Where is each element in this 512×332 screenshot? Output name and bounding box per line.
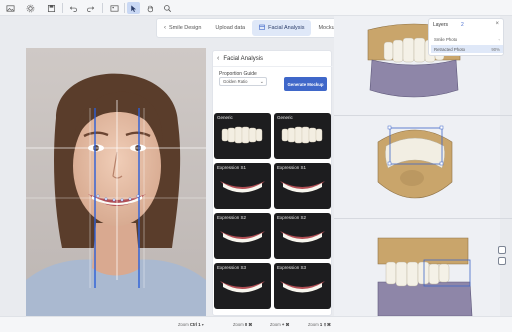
workflow-tabs: ‹ Smile Design Upload data Facial Analys… [156, 18, 364, 38]
status-item: Zoom 1 ⇧⌘ [308, 322, 332, 327]
card-label: Expression S1 [277, 165, 307, 170]
viewport-divider [334, 115, 512, 116]
teeth-image [281, 126, 323, 144]
chevron-left-icon[interactable]: ‹ [217, 55, 219, 62]
close-icon[interactable]: × [495, 21, 499, 27]
smile-image [220, 281, 265, 293]
card-label: Expression S2 [277, 215, 307, 220]
layers-icon[interactable] [498, 257, 506, 265]
tab-smile-design[interactable]: ‹ Smile Design [157, 20, 208, 36]
face-photo [26, 48, 206, 316]
card-label: Expression S1 [217, 165, 247, 170]
teeth-image [221, 126, 263, 144]
smile-card[interactable]: Expression S1 [274, 163, 331, 209]
stack-icon[interactable] [498, 246, 506, 254]
eye-icon[interactable]: ◦ [498, 37, 500, 42]
layers-count: 2 [461, 22, 464, 28]
card-label: Expression S3 [217, 265, 247, 270]
tab-facial-analysis[interactable]: Facial Analysis [252, 20, 312, 36]
chevron-down-icon: ⌄ [259, 79, 264, 85]
layer-opacity[interactable]: 90% [491, 47, 500, 52]
layer-row[interactable]: Smile Photo ◦ [431, 35, 503, 43]
smile-card[interactable]: Generic [274, 113, 331, 159]
zoom-icon[interactable] [161, 2, 174, 14]
panel-header: ‹ Facial Analysis [213, 51, 333, 67]
redo-icon[interactable] [84, 2, 97, 14]
side-tools [498, 246, 508, 270]
save-icon[interactable] [45, 2, 58, 14]
dental-model-side[interactable] [376, 232, 476, 316]
image-icon[interactable] [108, 2, 121, 14]
smile-card[interactable]: Expression S2 [274, 213, 331, 259]
chevron-left-icon: ‹ [164, 25, 166, 31]
generate-mockup-button[interactable]: Generate Mockup [284, 77, 327, 91]
smile-image [280, 231, 325, 243]
smile-card[interactable]: Expression S2 [214, 213, 271, 259]
smile-options-grid: Generic Generic Expression S1 Expression… [214, 113, 332, 323]
smile-image [220, 231, 265, 243]
card-label: Expression S2 [217, 215, 247, 220]
calendar-icon [259, 24, 265, 32]
status-bar: Zoom Ctrl 1 ▾ Zoom 0 ⌘ Zoom + ⌘ Zoom 1 ⇧… [0, 316, 512, 332]
proportion-guide-select[interactable]: Golden Ratio ⌄ [219, 77, 267, 86]
tab-label: Smile Design [169, 25, 202, 31]
layer-row[interactable]: Retracted Photo 90% [431, 45, 503, 53]
layers-title: Layers [433, 22, 449, 28]
smile-image [220, 181, 265, 193]
card-label: Generic [277, 115, 293, 120]
card-label: Expression S3 [277, 265, 307, 270]
gear-icon[interactable] [24, 2, 37, 14]
smile-card[interactable]: Expression S3 [214, 263, 271, 309]
smile-card[interactable]: Expression S1 [214, 163, 271, 209]
smile-card[interactable]: Generic [214, 113, 271, 159]
cursor-icon[interactable] [127, 2, 140, 14]
tab-upload-data[interactable]: Upload data [208, 20, 252, 36]
smile-image [280, 181, 325, 193]
status-item: Zoom + ⌘ [270, 322, 290, 327]
smile-card[interactable]: Expression S3 [274, 263, 331, 309]
viewport-divider [334, 218, 512, 219]
select-value: Golden Ratio [223, 79, 248, 84]
layers-panel: Layers 2 × Smile Photo ◦ Retracted Photo… [428, 18, 504, 56]
layer-label: Retracted Photo [434, 46, 466, 52]
status-item: Zoom 0 ⌘ [233, 322, 253, 327]
dental-model-occlusal[interactable] [372, 122, 458, 212]
undo-icon[interactable] [67, 2, 80, 14]
image-icon[interactable] [4, 2, 17, 14]
layer-label: Smile Photo [434, 36, 458, 42]
status-zoom: Zoom Ctrl 1 ▾ [178, 322, 204, 327]
hand-icon[interactable] [144, 2, 157, 14]
panel-title: Facial Analysis [223, 55, 264, 62]
smile-image [280, 281, 325, 293]
card-label: Generic [217, 115, 233, 120]
top-toolbar [0, 0, 512, 16]
tab-label: Upload data [215, 25, 246, 31]
tab-label: Facial Analysis [268, 25, 305, 31]
